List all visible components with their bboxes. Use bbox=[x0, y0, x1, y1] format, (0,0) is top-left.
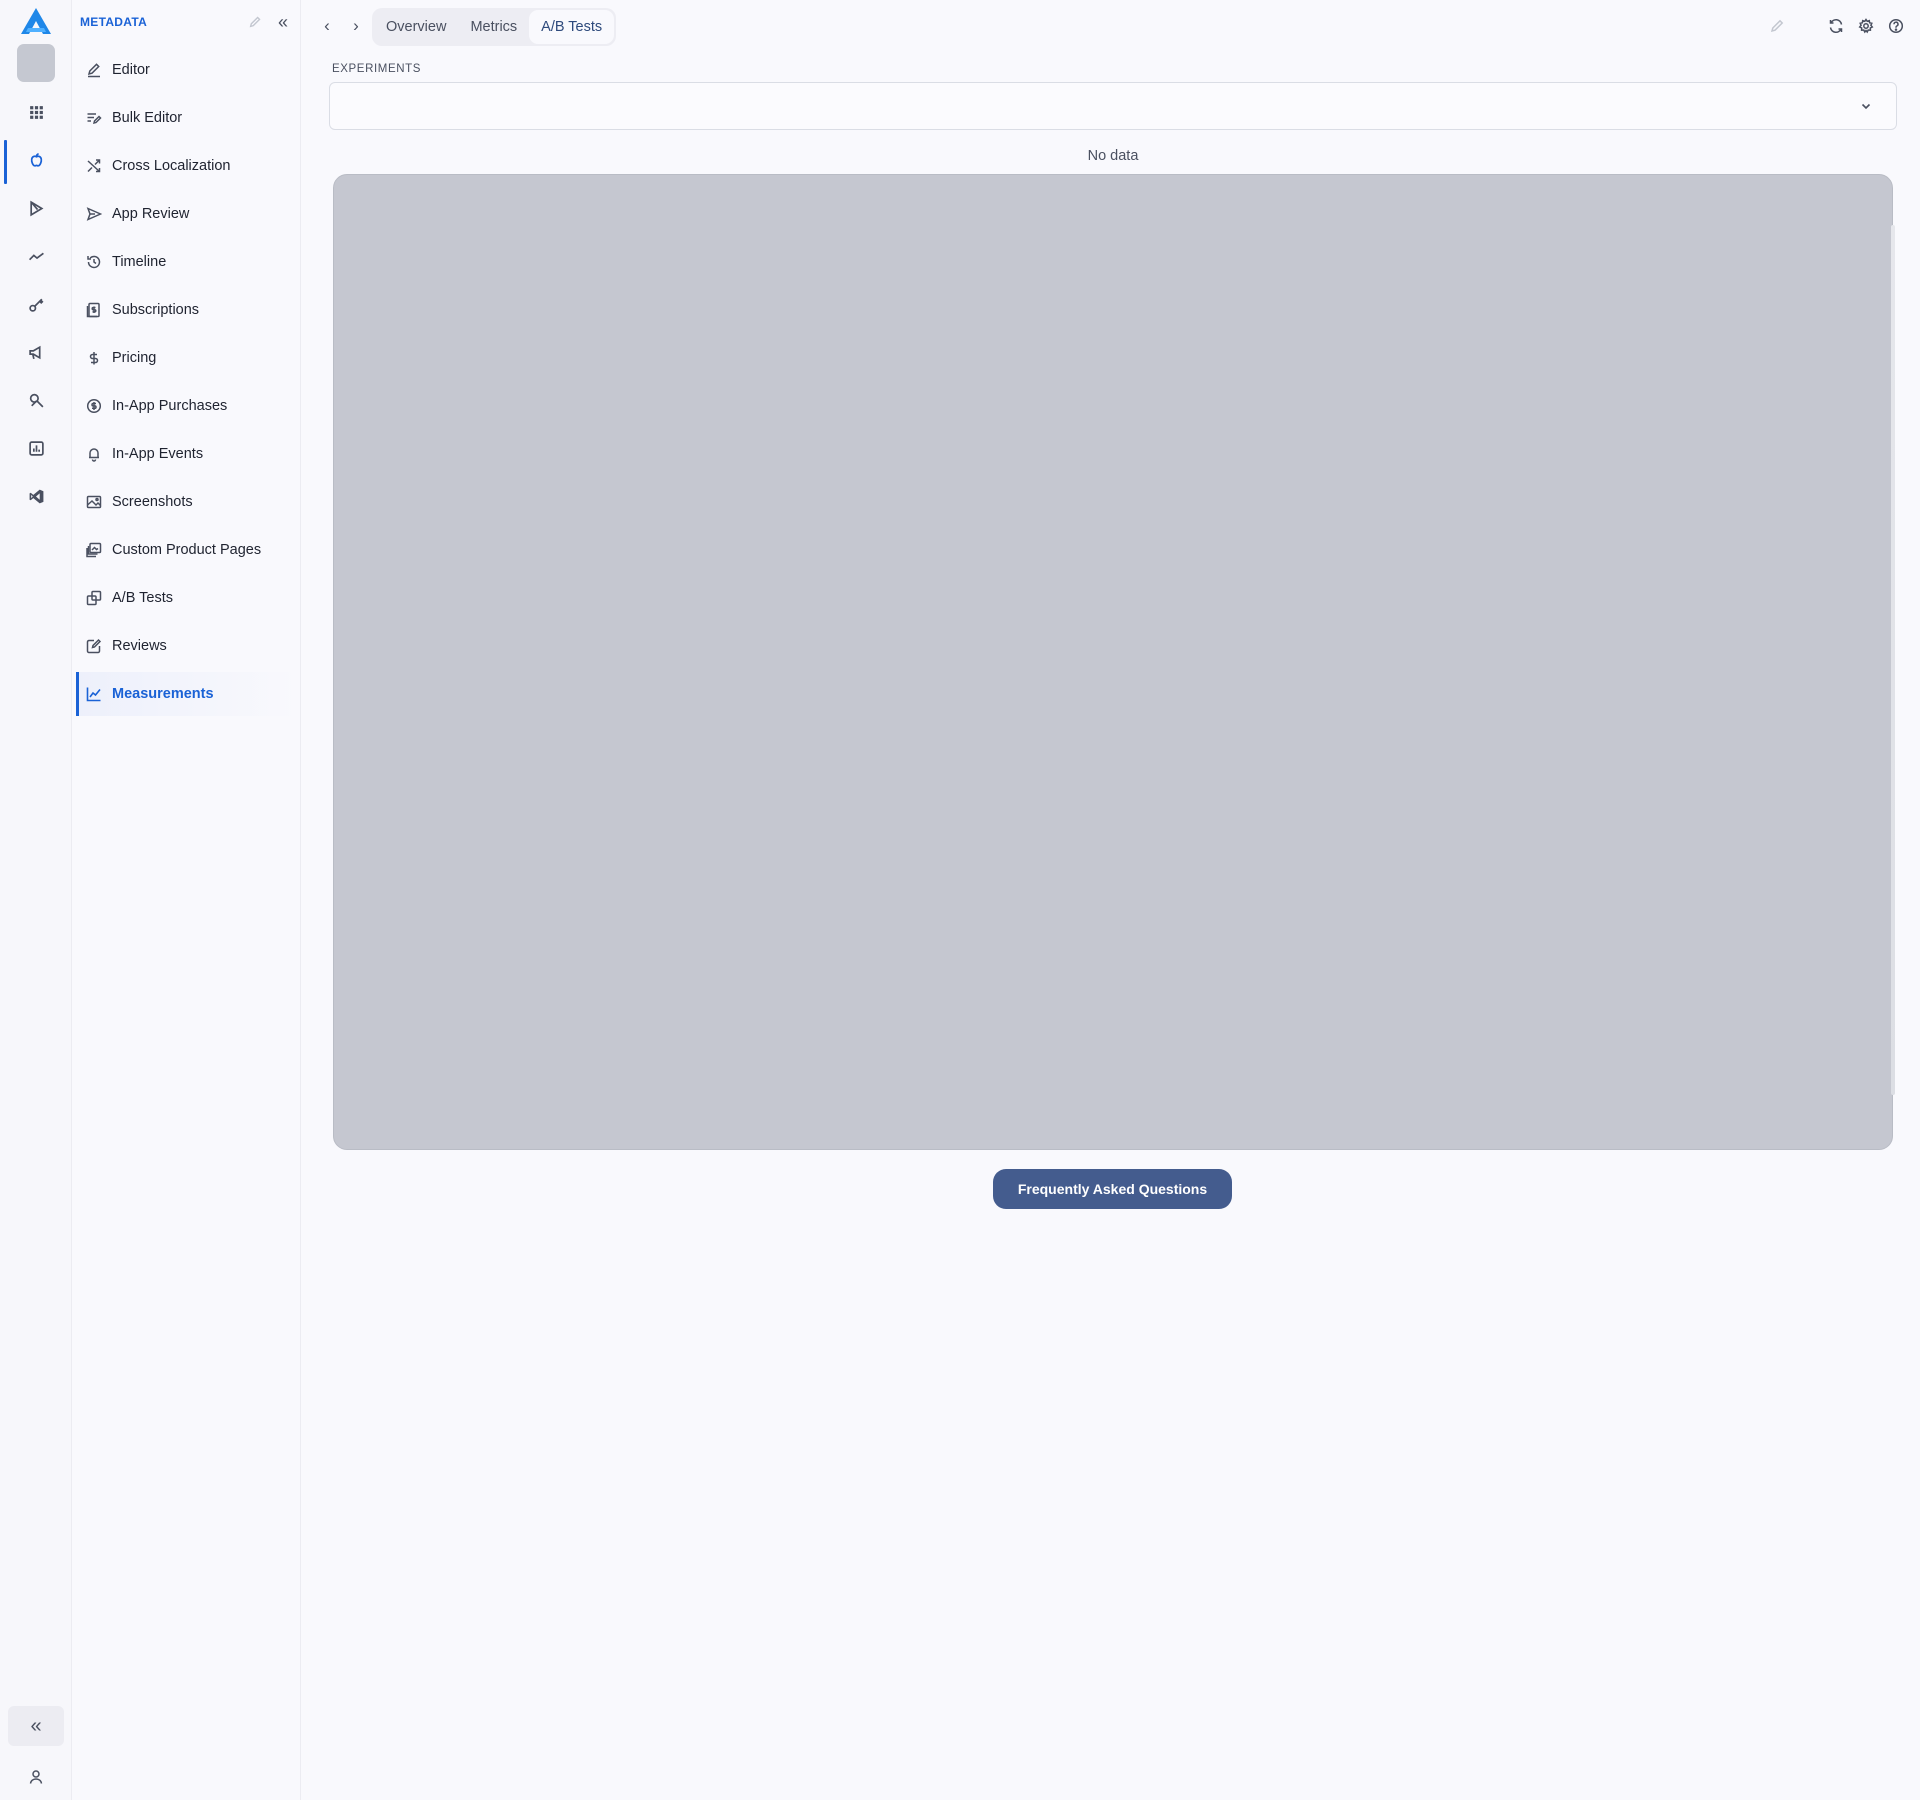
sidebar-item-label: In-App Events bbox=[112, 446, 204, 462]
sidebar-item-in-app-purchases[interactable]: In-App Purchases bbox=[76, 384, 297, 428]
forward-button[interactable]: › bbox=[345, 14, 367, 38]
experiments-select[interactable] bbox=[329, 82, 1897, 130]
sidebar-item-label: Cross Localization bbox=[112, 158, 231, 174]
logo-icon[interactable] bbox=[19, 6, 53, 36]
sidebar-item-label: Pricing bbox=[112, 350, 157, 366]
refresh-icon[interactable] bbox=[1826, 16, 1846, 36]
review-icon bbox=[86, 638, 102, 654]
back-button[interactable]: ‹ bbox=[316, 14, 338, 38]
no-data-message: No data bbox=[1087, 148, 1139, 164]
sidebar-item-editor[interactable]: Editor bbox=[76, 48, 297, 92]
key-icon[interactable] bbox=[4, 284, 68, 324]
sidebar-item-label: Custom Product Pages bbox=[112, 542, 262, 558]
sidebar-item-label: Subscriptions bbox=[112, 302, 200, 318]
play-icon[interactable] bbox=[4, 188, 68, 228]
bell-icon bbox=[86, 446, 102, 462]
grid-icon[interactable] bbox=[4, 92, 68, 132]
sidebar-item-label: Reviews bbox=[112, 638, 167, 654]
sidebar-item-label: A/B Tests bbox=[112, 590, 173, 606]
faq-button[interactable]: Frequently Asked Questions bbox=[993, 1169, 1232, 1209]
tab-metrics[interactable]: Metrics bbox=[458, 10, 529, 44]
dollar-icon bbox=[86, 350, 102, 366]
apple-icon[interactable] bbox=[4, 140, 68, 184]
sidebar-item-label: Bulk Editor bbox=[112, 110, 183, 126]
tab-overview[interactable]: Overview bbox=[374, 10, 458, 44]
sidebar-item-timeline[interactable]: Timeline bbox=[76, 240, 297, 284]
pencil-icon bbox=[86, 62, 102, 78]
experiments-label: EXPERIMENTS bbox=[332, 63, 422, 75]
top-bar: ‹ › Overview Metrics A/B Tests bbox=[301, 0, 1920, 52]
sidebar-item-measurements[interactable]: Measurements bbox=[76, 672, 297, 716]
sidebar-item-custom-product-pages[interactable]: Custom Product Pages bbox=[76, 528, 297, 572]
sidebar-nav: Editor Bulk Editor Cross Localization Ap… bbox=[76, 48, 297, 720]
bulk-edit-icon bbox=[86, 110, 102, 126]
send-icon bbox=[86, 206, 102, 222]
tab-ab-tests[interactable]: A/B Tests bbox=[529, 10, 615, 44]
sidebar-item-pricing[interactable]: Pricing bbox=[76, 336, 297, 380]
sidebar-item-label: Editor bbox=[112, 62, 150, 78]
edit-pencil-icon[interactable] bbox=[246, 13, 264, 31]
edit-icon[interactable] bbox=[1767, 16, 1787, 36]
sidebar-item-reviews[interactable]: Reviews bbox=[76, 624, 297, 668]
history-icon bbox=[86, 254, 102, 270]
sidebar-collapse-button[interactable]: « bbox=[274, 11, 292, 33]
sidebar-item-label: In-App Purchases bbox=[112, 398, 228, 414]
report-icon[interactable] bbox=[4, 428, 68, 468]
coin-icon bbox=[86, 398, 102, 414]
icon-rail: « bbox=[0, 0, 72, 1800]
metadata-sidebar: METADATA « Editor Bulk Editor Cross Loca… bbox=[72, 0, 301, 1800]
sidebar-item-subscriptions[interactable]: Subscriptions bbox=[76, 288, 297, 332]
chart-placeholder bbox=[333, 174, 1895, 1150]
sidebar-item-app-review[interactable]: App Review bbox=[76, 192, 297, 236]
subscription-icon bbox=[86, 302, 102, 318]
sidebar-item-label: App Review bbox=[112, 206, 190, 222]
sidebar-title: METADATA bbox=[80, 15, 148, 29]
sidebar-item-screenshots[interactable]: Screenshots bbox=[76, 480, 297, 524]
chart-line-icon bbox=[86, 686, 102, 702]
sidebar-item-cross-localization[interactable]: Cross Localization bbox=[76, 144, 297, 188]
chevron-down-icon bbox=[1858, 98, 1874, 114]
user-icon[interactable] bbox=[20, 1762, 52, 1792]
vscode-icon[interactable] bbox=[4, 476, 68, 516]
megaphone-icon[interactable] bbox=[4, 332, 68, 372]
gear-icon[interactable] bbox=[1856, 16, 1876, 36]
sidebar-header: METADATA « bbox=[80, 11, 292, 33]
trend-icon[interactable] bbox=[4, 236, 68, 276]
app-thumbnail[interactable] bbox=[17, 44, 55, 82]
copy-icon bbox=[86, 590, 102, 606]
tab-bar: Overview Metrics A/B Tests bbox=[372, 8, 617, 46]
rail-collapse-button[interactable]: « bbox=[8, 1706, 64, 1746]
sidebar-item-label: Timeline bbox=[112, 254, 167, 270]
sidebar-item-label: Measurements bbox=[112, 686, 214, 702]
sidebar-item-ab-tests[interactable]: A/B Tests bbox=[76, 576, 297, 620]
tools-icon[interactable] bbox=[4, 380, 68, 420]
sidebar-item-bulk-editor[interactable]: Bulk Editor bbox=[76, 96, 297, 140]
help-icon[interactable] bbox=[1886, 16, 1906, 36]
image-icon bbox=[86, 494, 102, 510]
pages-icon bbox=[86, 542, 102, 558]
sidebar-item-label: Screenshots bbox=[112, 494, 193, 510]
sidebar-item-in-app-events[interactable]: In-App Events bbox=[76, 432, 297, 476]
shuffle-icon bbox=[86, 158, 102, 174]
